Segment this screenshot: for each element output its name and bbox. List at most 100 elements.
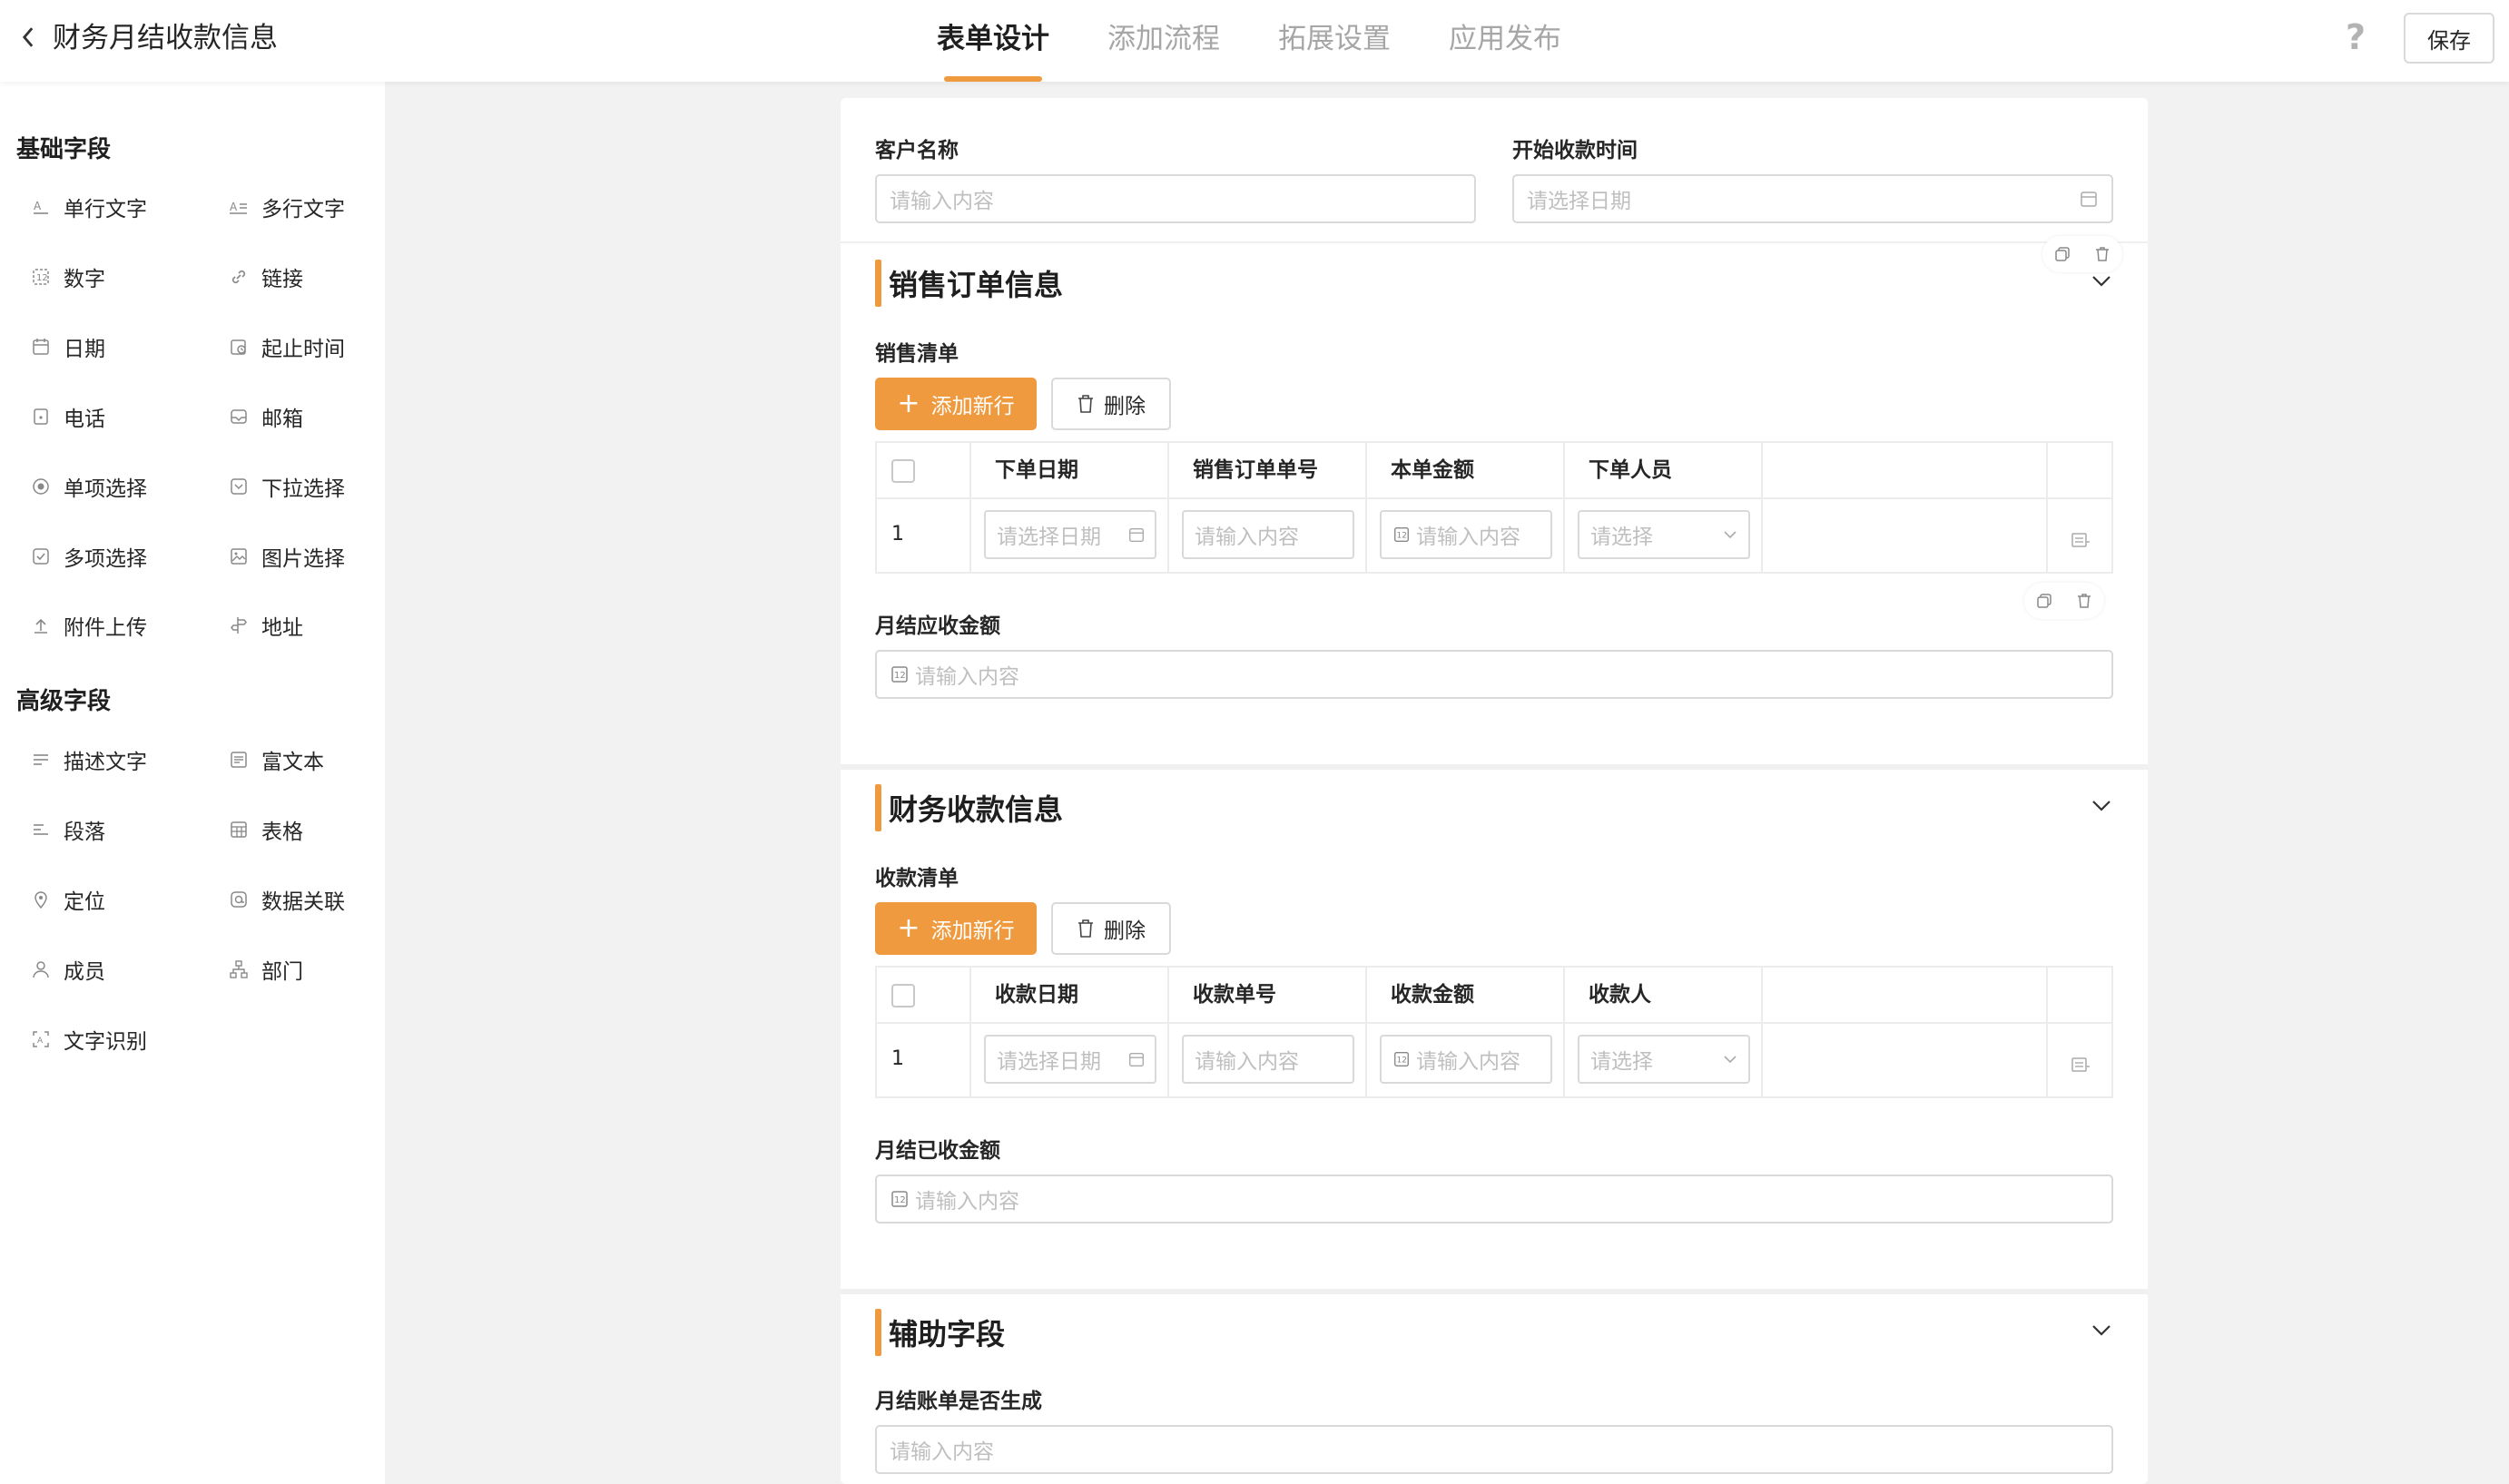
cell-date-picker[interactable]: 请选择日期 (984, 510, 1156, 559)
field-image[interactable]: 图片选择 (229, 538, 345, 575)
select-all-checkbox[interactable] (891, 459, 915, 483)
start-time-date-picker[interactable]: 请选择日期 (1512, 174, 2113, 223)
field-number[interactable]: 12 数字 (31, 259, 105, 295)
copy-icon[interactable] (2024, 583, 2064, 619)
chevron-down-icon[interactable] (2088, 1316, 2115, 1343)
column-header: 收款日期 (995, 983, 1078, 1007)
field-dropdown[interactable]: 下拉选择 (229, 468, 345, 505)
column-header: 收款金额 (1391, 983, 1474, 1007)
field-address[interactable]: 地址 (229, 607, 303, 644)
receivable-total-input[interactable]: 12 请输入内容 (875, 650, 2113, 699)
section-title: 财务收款信息 (889, 792, 1064, 827)
help-icon[interactable]: ? (2342, 16, 2369, 58)
field-department[interactable]: 部门 (229, 951, 303, 988)
delete-rows-button[interactable]: 删除 (1051, 902, 1171, 955)
field-paragraph[interactable]: 段落 (31, 811, 105, 848)
trash-icon (1078, 395, 1093, 413)
tab-app-publish[interactable]: 应用发布 (1422, 0, 1589, 82)
number-icon: 12 (1394, 1052, 1409, 1066)
field-mail[interactable]: 邮箱 (229, 398, 303, 435)
multi-line-text-icon: A (229, 197, 249, 217)
field-radio[interactable]: 单项选择 (31, 468, 147, 505)
column-header: 销售订单单号 (1193, 458, 1318, 482)
customer-name-label: 客户名称 (875, 139, 959, 162)
cell-select[interactable]: 请选择 (1578, 1035, 1750, 1084)
field-multi-line-text[interactable]: A 多行文字 (229, 189, 345, 225)
field-location[interactable]: 定位 (31, 881, 105, 918)
basic-fields-title: 基础字段 (16, 136, 112, 163)
received-total-label: 月结已收金额 (875, 1139, 1000, 1163)
form-canvas: 客户名称 请输入内容 开始收款时间 请选择日期 销售订单信息 销售清单 + 添加新… (841, 98, 2148, 1484)
chevron-down-icon[interactable] (2088, 791, 2115, 819)
received-total-input[interactable]: 12 请输入内容 (875, 1174, 2113, 1224)
description-icon (31, 750, 51, 770)
number-icon: 12 (891, 1191, 908, 1207)
svg-text:12: 12 (36, 273, 48, 283)
field-text-recognition[interactable]: A 文字识别 (31, 1021, 147, 1057)
mail-icon (229, 407, 249, 427)
dropdown-icon (229, 477, 249, 496)
delete-rows-button[interactable]: 删除 (1051, 378, 1171, 430)
cell-select[interactable]: 请选择 (1578, 510, 1750, 559)
section-header-auxiliary: 辅助字段 (875, 1309, 1005, 1356)
tab-extend-settings[interactable]: 拓展设置 (1251, 0, 1418, 82)
row-edit-icon[interactable] (2070, 1055, 2091, 1075)
trash-icon[interactable] (2064, 583, 2104, 619)
field-table[interactable]: 表格 (229, 811, 303, 848)
field-data-link[interactable]: 数据关联 (229, 881, 345, 918)
customer-name-input[interactable]: 请输入内容 (875, 174, 1476, 223)
field-checkbox[interactable]: 多项选择 (31, 538, 147, 575)
column-header: 收款单号 (1193, 983, 1276, 1007)
calendar-icon (1129, 1052, 1144, 1066)
section-title: 辅助字段 (889, 1317, 1006, 1351)
payment-subtable: 收款日期 收款单号 收款金额 收款人 1 请选择日期 请输入内容 12 请输入内… (875, 966, 2113, 1098)
field-phone[interactable]: 电话 (31, 398, 105, 435)
top-bar: 财务月结收款信息 表单设计 添加流程 拓展设置 应用发布 ? 保存 (0, 0, 2509, 82)
bill-generated-label: 月结账单是否生成 (875, 1390, 1042, 1413)
row-edit-icon[interactable] (2070, 530, 2091, 550)
field-member[interactable]: 成员 (31, 951, 105, 988)
field-single-line-text[interactable]: A 单行文字 (31, 189, 147, 225)
field-rich-text[interactable]: 富文本 (229, 742, 324, 778)
start-time-label: 开始收款时间 (1512, 139, 1638, 162)
svg-text:A: A (230, 201, 238, 213)
back-button[interactable] (15, 24, 42, 51)
cell-date-picker[interactable]: 请选择日期 (984, 1035, 1156, 1084)
chevron-down-icon (1724, 531, 1737, 539)
text-recognition-icon: A (31, 1029, 51, 1049)
chevron-left-icon (22, 27, 34, 47)
save-button[interactable]: 保存 (2404, 13, 2494, 64)
svg-text:12: 12 (1397, 1056, 1408, 1066)
field-date[interactable]: 日期 (31, 329, 105, 365)
section-header-sales: 销售订单信息 (875, 260, 1063, 307)
signpost-icon (229, 615, 249, 635)
cell-number-input[interactable]: 12 请输入内容 (1380, 1035, 1552, 1084)
bill-generated-input[interactable]: 请输入内容 (875, 1425, 2113, 1474)
field-link[interactable]: 链接 (229, 259, 303, 295)
divider (841, 241, 2148, 243)
svg-text:12: 12 (894, 671, 906, 681)
plus-icon: + (897, 912, 920, 944)
field-upload[interactable]: 附件上传 (31, 607, 147, 644)
cell-text-input[interactable]: 请输入内容 (1182, 1035, 1354, 1084)
chevron-down-icon[interactable] (2088, 267, 2115, 294)
divider (841, 1289, 2148, 1294)
advanced-fields-title: 高级字段 (16, 688, 112, 715)
cell-number-input[interactable]: 12 请输入内容 (1380, 510, 1552, 559)
copy-icon[interactable] (2042, 236, 2082, 272)
add-row-button[interactable]: + 添加新行 (875, 902, 1037, 955)
column-header: 下单人员 (1589, 458, 1672, 482)
phone-icon (31, 407, 51, 427)
svg-text:12: 12 (1397, 532, 1408, 541)
field-date-range[interactable]: 起止时间 (229, 329, 345, 365)
column-header: 下单日期 (995, 458, 1078, 482)
section-header-finance: 财务收款信息 (875, 784, 1063, 831)
add-row-button[interactable]: + 添加新行 (875, 378, 1037, 430)
cell-text-input[interactable]: 请输入内容 (1182, 510, 1354, 559)
column-header: 收款人 (1589, 983, 1651, 1007)
tab-form-design[interactable]: 表单设计 (910, 0, 1077, 82)
tab-add-flow[interactable]: 添加流程 (1080, 0, 1247, 82)
single-line-text-icon: A (31, 197, 51, 217)
field-description[interactable]: 描述文字 (31, 742, 147, 778)
select-all-checkbox[interactable] (891, 984, 915, 1007)
